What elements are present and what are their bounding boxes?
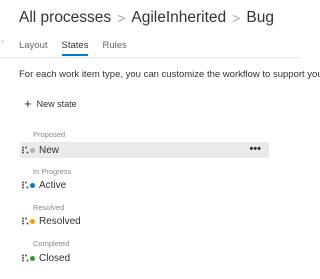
state-row-closed[interactable]: Closed: [20, 250, 269, 266]
state-name: Active: [39, 179, 67, 191]
drag-handle-icon[interactable]: [21, 181, 29, 189]
new-state-button[interactable]: + New state: [24, 97, 77, 110]
state-color-dot: [30, 147, 35, 153]
tab-rules[interactable]: Rules: [102, 40, 126, 56]
category-label-in-progress: In Progress: [33, 167, 72, 176]
plus-icon: +: [24, 96, 32, 111]
drag-handle-icon[interactable]: [21, 217, 29, 225]
breadcrumb-work-item-type: Bug: [246, 9, 274, 26]
breadcrumb-all-processes[interactable]: All processes: [19, 9, 111, 27]
breadcrumb-process[interactable]: AgileInherited: [131, 9, 226, 27]
category-label-proposed: Proposed: [33, 130, 66, 139]
tab-divider: [0, 57, 300, 58]
breadcrumb-separator-icon: >: [117, 10, 126, 26]
breadcrumb-separator-icon: >: [232, 10, 241, 26]
state-color-dot: [30, 182, 35, 188]
state-row-active[interactable]: Active: [20, 177, 269, 193]
state-color-dot: [30, 255, 35, 261]
states-description: For each work item type, you can customi…: [19, 69, 320, 80]
breadcrumb: All processes > AgileInherited > Bug: [19, 9, 274, 27]
category-label-completed: Completed: [33, 239, 70, 248]
new-state-label: New state: [36, 98, 77, 109]
state-color-dot: [30, 218, 35, 224]
tab-layout[interactable]: Layout: [19, 40, 48, 56]
state-row-resolved[interactable]: Resolved: [20, 213, 269, 229]
state-name: Closed: [39, 252, 71, 264]
tab-states[interactable]: States: [61, 40, 88, 56]
category-label-resolved: Resolved: [33, 203, 65, 212]
state-row-new[interactable]: New •••: [20, 142, 269, 158]
drag-handle-icon[interactable]: [21, 254, 29, 262]
drag-handle-icon[interactable]: [21, 146, 29, 154]
more-options-icon[interactable]: •••: [249, 143, 261, 155]
state-name: Resolved: [39, 215, 81, 227]
state-name: New: [39, 144, 60, 156]
tab-bar: Layout States Rules: [19, 40, 141, 56]
collapsed-pane-edge: ›: [1, 36, 4, 46]
